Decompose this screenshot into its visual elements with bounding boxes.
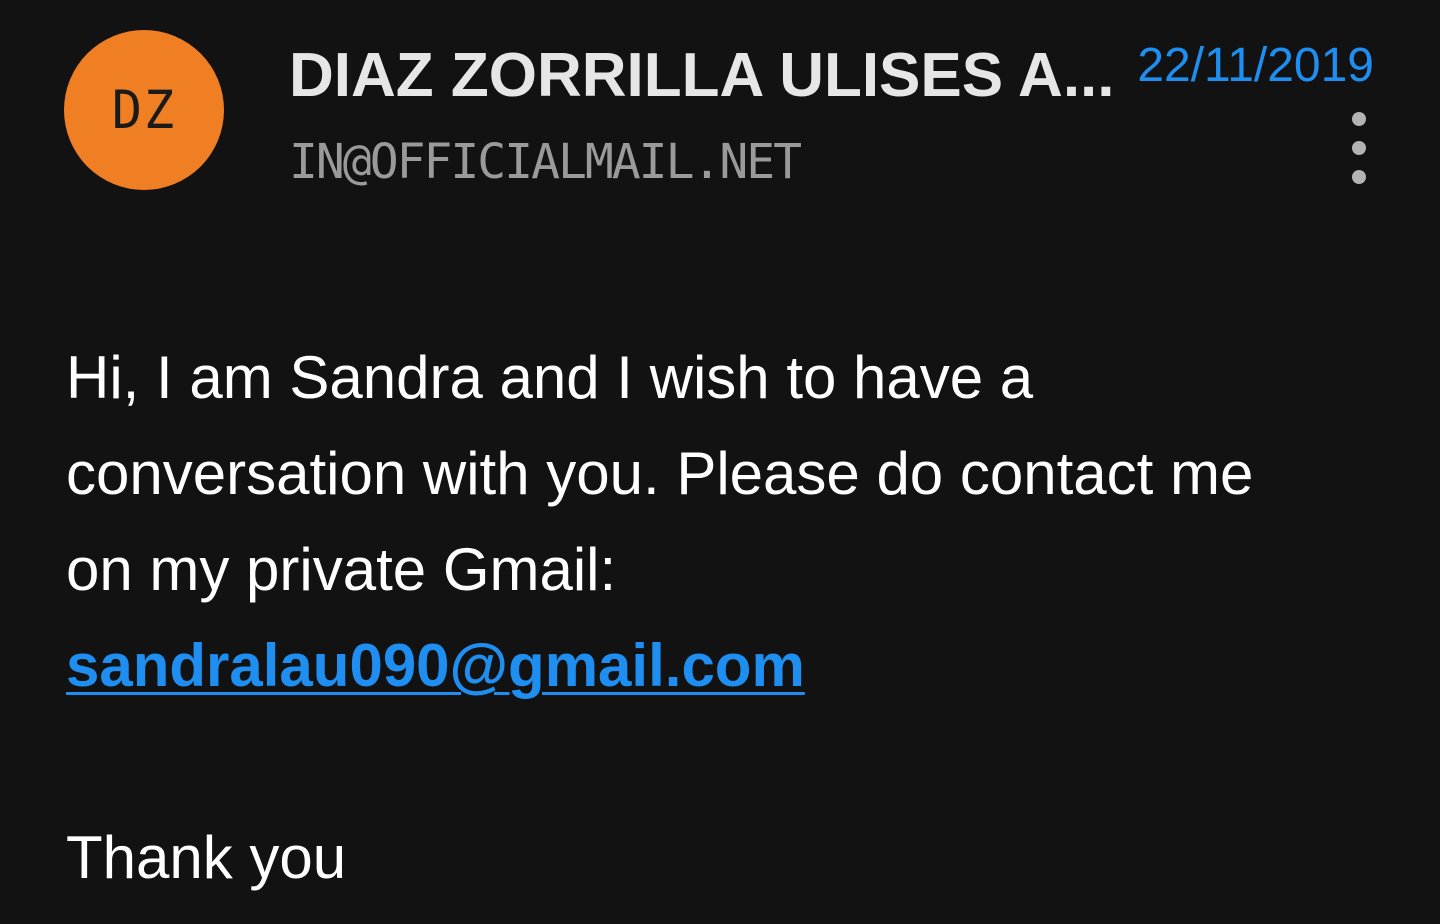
more-dot <box>1352 141 1366 155</box>
sender-email[interactable]: IN@OFFICIALMAIL.NET <box>289 134 802 190</box>
email-header: DZ DIAZ ZORRILLA ULISES A... IN@OFFICIAL… <box>0 0 1440 230</box>
more-vert-icon[interactable] <box>1344 112 1374 184</box>
message-line: Hi, I am Sandra and I wish to have a <box>66 344 1034 411</box>
message-body: Hi, I am Sandra and I wish to have a con… <box>66 330 1386 906</box>
message-line: on my private Gmail: <box>66 536 617 603</box>
message-line-link: sandralau090@gmail.com <box>66 618 1386 714</box>
closing-text: Thank you <box>66 824 347 891</box>
more-dot <box>1352 112 1366 126</box>
message-date: 22/11/2019 <box>1137 39 1374 92</box>
sender-name[interactable]: DIAZ ZORRILLA ULISES A... <box>289 40 1115 111</box>
avatar-initials: DZ <box>111 79 177 141</box>
avatar[interactable]: DZ <box>64 30 224 190</box>
more-dot <box>1352 170 1366 184</box>
email-link[interactable]: sandralau090@gmail.com <box>66 632 805 699</box>
message-line: conversation with you. Please do contact… <box>66 440 1254 507</box>
